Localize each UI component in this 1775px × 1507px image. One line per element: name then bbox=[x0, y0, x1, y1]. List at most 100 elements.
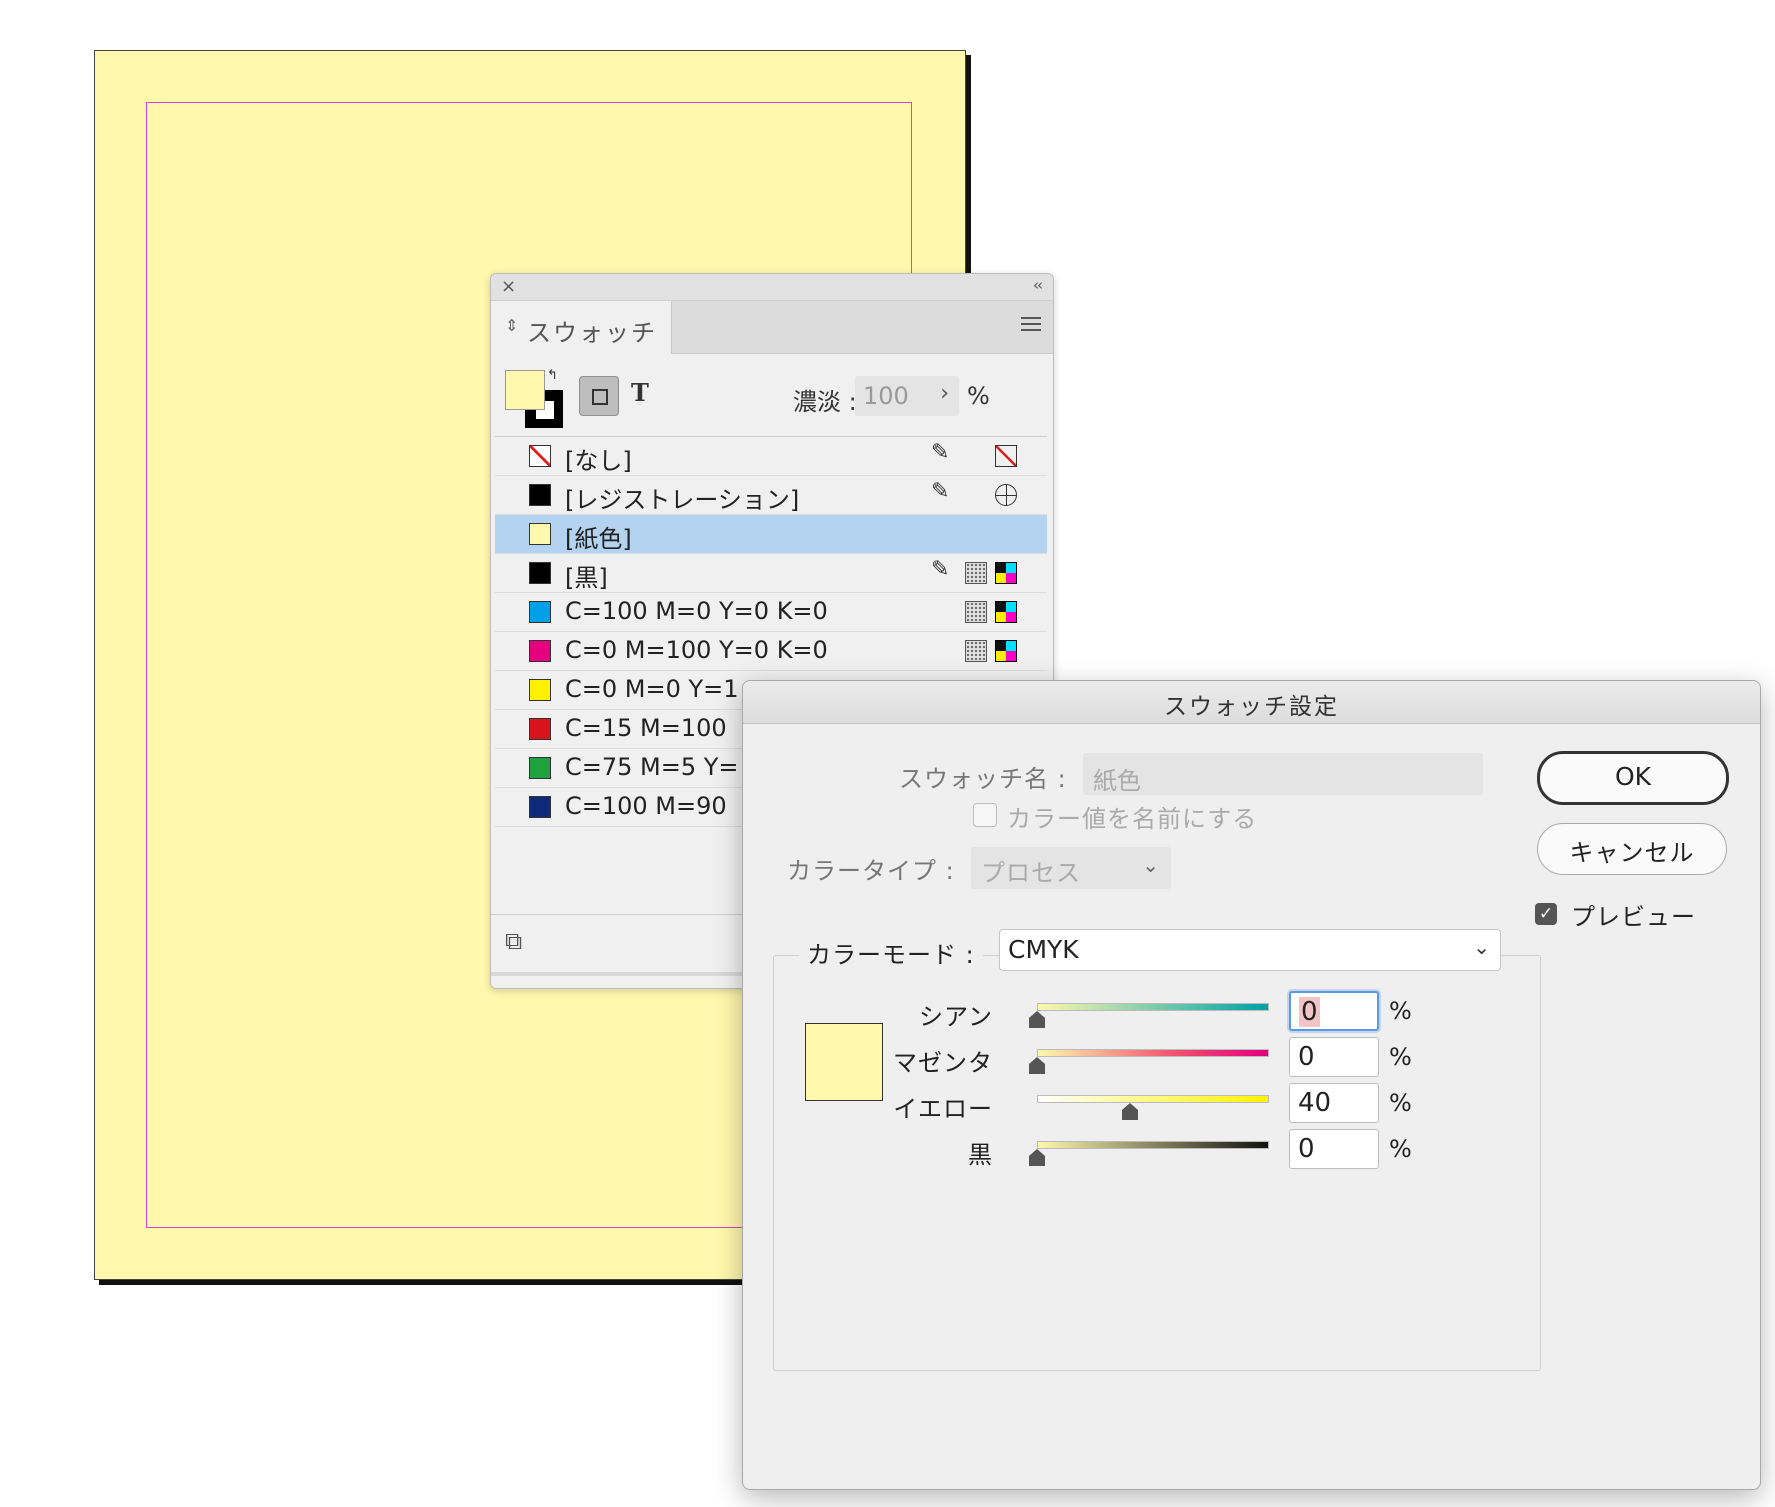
panel-tab-bar: ⇕ スウォッチ bbox=[491, 301, 1053, 354]
collapse-icon[interactable]: ‹‹ bbox=[1033, 276, 1043, 294]
slider-thumb[interactable] bbox=[1029, 1057, 1045, 1074]
swatch-name: C=0 M=0 Y=1 bbox=[565, 675, 739, 703]
percent-input[interactable]: 0 bbox=[1289, 1129, 1379, 1169]
percent-value: 0 bbox=[1299, 997, 1320, 1027]
slider-track[interactable] bbox=[1037, 1003, 1269, 1011]
no-edit-icon: ✎ bbox=[931, 479, 950, 504]
swatch-row[interactable]: [黒] ✎ bbox=[495, 554, 1047, 593]
chevron-down-icon: ⌄ bbox=[1142, 853, 1159, 877]
cmyk-mode-icon bbox=[995, 562, 1017, 584]
percent-value: 0 bbox=[1298, 1042, 1315, 1072]
tab-swatches[interactable]: ⇕ スウォッチ bbox=[491, 301, 672, 354]
tint-value: 100 bbox=[863, 382, 909, 410]
fill-swatch[interactable] bbox=[505, 370, 545, 410]
swatch-row[interactable]: [紙色] bbox=[495, 515, 1047, 554]
slider-track[interactable] bbox=[1037, 1141, 1269, 1149]
panel-menu-icon[interactable] bbox=[1021, 317, 1041, 335]
process-color-icon bbox=[965, 562, 987, 584]
swatch-row[interactable]: [なし] ✎ bbox=[495, 437, 1047, 476]
name-with-color-value-checkbox[interactable] bbox=[973, 803, 997, 827]
swatch-name: C=75 M=5 Y= bbox=[565, 753, 739, 781]
tint-unit: % bbox=[967, 382, 990, 410]
swatch-color-chip bbox=[529, 718, 551, 740]
formatting-affects-container-button[interactable] bbox=[579, 376, 619, 416]
swatch-name: [黒] bbox=[565, 564, 608, 592]
no-edit-icon: ✎ bbox=[931, 557, 950, 582]
cancel-button-label: キャンセル bbox=[1569, 839, 1695, 867]
preview-label: プレビュー bbox=[1571, 903, 1696, 931]
swap-fill-stroke-icon[interactable]: ↰ bbox=[547, 368, 558, 383]
tint-field[interactable]: 100 › bbox=[855, 376, 959, 416]
color-mode-label: カラーモード : bbox=[799, 935, 983, 970]
swatch-name-label: スウォッチ名 : bbox=[899, 765, 1067, 793]
dialog-title: スウォッチ設定 bbox=[1164, 694, 1339, 720]
percent-value: 40 bbox=[1298, 1088, 1332, 1118]
swatch-color-chip bbox=[529, 679, 551, 701]
swatch-name: C=100 M=90 bbox=[565, 792, 727, 820]
slider-track[interactable] bbox=[1037, 1095, 1269, 1103]
percent-value: 0 bbox=[1298, 1134, 1315, 1164]
tint-arrow-icon[interactable]: › bbox=[940, 381, 949, 406]
swatch-row[interactable]: C=100 M=0 Y=0 K=0 bbox=[495, 593, 1047, 632]
slider-track[interactable] bbox=[1037, 1049, 1269, 1057]
formatting-affects-text-button[interactable]: T bbox=[631, 378, 649, 407]
percent-unit: % bbox=[1389, 997, 1412, 1025]
slider-thumb[interactable] bbox=[1029, 1011, 1045, 1028]
slider-thumb[interactable] bbox=[1121, 1103, 1138, 1120]
color-mode-select[interactable]: CMYK ⌄ bbox=[999, 929, 1501, 971]
dialog-title-bar[interactable]: スウォッチ設定 bbox=[743, 681, 1760, 724]
swatch-color-chip bbox=[529, 796, 551, 818]
name-with-color-value-label: カラー値を名前にする bbox=[1007, 805, 1258, 833]
color-type-select[interactable]: プロセス ⌄ bbox=[971, 847, 1171, 889]
swatch-color-chip bbox=[529, 562, 551, 584]
percent-input[interactable]: 0 bbox=[1289, 991, 1379, 1031]
color-mode-value: CMYK bbox=[1008, 935, 1079, 964]
swatch-color-chip bbox=[529, 484, 551, 506]
percent-input[interactable]: 40 bbox=[1289, 1083, 1379, 1123]
percent-unit: % bbox=[1389, 1135, 1412, 1163]
none-color-icon bbox=[995, 445, 1017, 467]
swatch-color-chip bbox=[529, 757, 551, 779]
process-color-icon bbox=[965, 601, 987, 623]
slider-label: シアン bbox=[918, 1003, 993, 1031]
preview-checkbox[interactable]: ✓ bbox=[1535, 903, 1557, 925]
tab-arrow-icon[interactable]: ⇕ bbox=[505, 316, 518, 335]
swatch-name-input[interactable]: 紙色 bbox=[1083, 753, 1483, 795]
percent-unit: % bbox=[1389, 1043, 1412, 1071]
show-swatch-kinds-icon[interactable]: ⧉ bbox=[505, 927, 522, 955]
swatch-options-dialog: スウォッチ設定 スウォッチ名 : 紙色 カラー値を名前にする カラータイプ : … bbox=[742, 680, 1761, 1490]
tab-label: スウォッチ bbox=[527, 319, 657, 347]
color-type-label: カラータイプ : bbox=[787, 857, 955, 885]
swatch-name: [レジストレーション] bbox=[565, 486, 800, 514]
process-color-icon bbox=[965, 640, 987, 662]
swatch-name-value: 紙色 bbox=[1093, 767, 1141, 795]
registration-icon bbox=[995, 484, 1017, 506]
swatch-name: C=15 M=100 bbox=[565, 714, 727, 742]
swatch-row[interactable]: [レジストレーション] ✎ bbox=[495, 476, 1047, 515]
swatch-name: [なし] bbox=[565, 447, 632, 475]
swatch-color-chip bbox=[529, 445, 551, 467]
slider-thumb[interactable] bbox=[1029, 1149, 1045, 1166]
chevron-down-icon: ⌄ bbox=[1473, 935, 1490, 959]
swatch-name: [紙色] bbox=[565, 525, 632, 553]
tint-label: 濃淡 : bbox=[793, 388, 857, 416]
slider-label: 黒 bbox=[968, 1141, 993, 1169]
ok-button[interactable]: OK bbox=[1537, 751, 1729, 805]
swatch-color-chip bbox=[529, 601, 551, 623]
cmyk-mode-icon bbox=[995, 601, 1017, 623]
close-icon[interactable]: × bbox=[501, 276, 516, 297]
swatch-color-chip bbox=[529, 523, 551, 545]
swatch-name: C=0 M=100 Y=0 K=0 bbox=[565, 636, 828, 664]
color-type-value: プロセス bbox=[981, 859, 1081, 887]
percent-unit: % bbox=[1389, 1089, 1412, 1117]
swatch-color-chip bbox=[529, 640, 551, 662]
swatch-row[interactable]: C=0 M=100 Y=0 K=0 bbox=[495, 632, 1047, 671]
cmyk-mode-icon bbox=[995, 640, 1017, 662]
percent-input[interactable]: 0 bbox=[1289, 1037, 1379, 1077]
no-edit-icon: ✎ bbox=[931, 440, 950, 465]
slider-label: マゼンタ bbox=[893, 1049, 993, 1077]
swatch-name: C=100 M=0 Y=0 K=0 bbox=[565, 597, 828, 625]
slider-label: イエロー bbox=[893, 1095, 993, 1123]
panel-title-bar[interactable]: × ‹‹ bbox=[491, 274, 1053, 301]
cancel-button[interactable]: キャンセル bbox=[1537, 823, 1727, 875]
